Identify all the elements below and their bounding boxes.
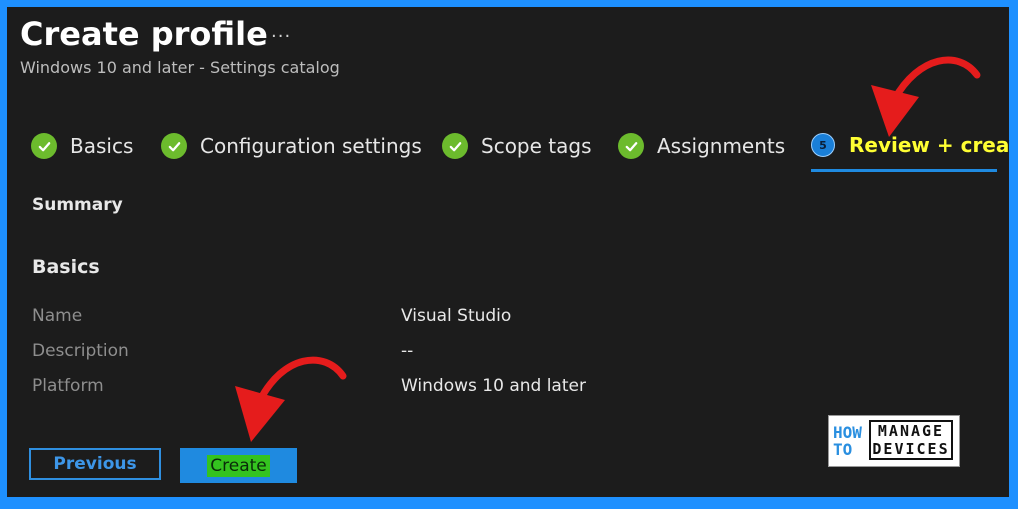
name-label: Name	[32, 306, 83, 326]
checkmark-icon	[618, 133, 644, 159]
step-number-badge: 5	[811, 133, 835, 157]
platform-value: Windows 10 and later	[401, 376, 586, 396]
description-value: --	[401, 341, 414, 361]
description-label: Description	[32, 341, 129, 361]
previous-button[interactable]: Previous	[29, 448, 161, 480]
checkmark-icon	[442, 133, 468, 159]
checkmark-icon	[31, 133, 57, 159]
create-button-label: Create	[207, 454, 270, 477]
summary-heading: Summary	[32, 195, 123, 215]
more-options-button[interactable]: ...	[271, 21, 291, 42]
tab-basics[interactable]: Basics	[31, 133, 133, 159]
annotation-arrow-icon	[871, 56, 981, 137]
name-value: Visual Studio	[401, 306, 512, 326]
step-label: Configuration settings	[200, 134, 422, 158]
logo-manage-devices: MANAGE DEVICES	[869, 420, 953, 460]
tab-scope-tags[interactable]: Scope tags	[442, 133, 592, 159]
active-tab-indicator	[811, 169, 997, 172]
step-label: Scope tags	[481, 134, 592, 158]
page-subtitle: Windows 10 and later - Settings catalog	[20, 58, 340, 77]
checkmark-icon	[161, 133, 187, 159]
step-label: Assignments	[657, 134, 786, 158]
howtomanagedevices-logo: HOW TO MANAGE DEVICES	[828, 415, 960, 467]
page-title: Create profile	[20, 15, 268, 53]
tab-configuration-settings[interactable]: Configuration settings	[161, 133, 422, 159]
create-profile-panel: Create profile ... Windows 10 and later …	[7, 7, 1009, 497]
tab-assignments[interactable]: Assignments	[618, 133, 785, 159]
annotation-arrow-icon	[235, 356, 347, 442]
basics-heading: Basics	[32, 256, 100, 278]
create-button[interactable]: Create	[180, 448, 297, 483]
platform-label: Platform	[32, 376, 104, 396]
step-label: Basics	[70, 134, 134, 158]
logo-how-to: HOW TO	[833, 423, 862, 459]
